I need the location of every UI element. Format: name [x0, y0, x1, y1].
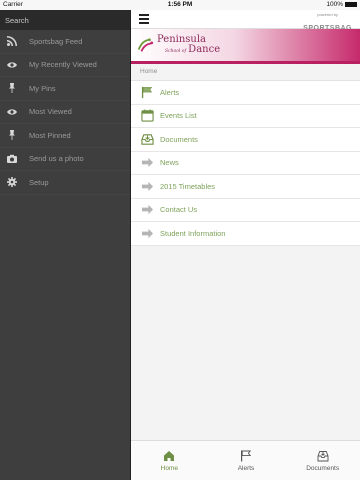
sidebar-item-label: Setup: [29, 177, 49, 187]
sidebar-item-label: Most Viewed: [29, 107, 72, 117]
menu-item-label: Alerts: [160, 87, 180, 97]
menu-item-label: News: [160, 158, 179, 168]
home-icon: [164, 450, 175, 461]
main-menu: Alerts Events List Documents News 2015 T…: [131, 80, 360, 246]
main-panel: powered by SPORTSBAG Peninsula School of…: [130, 10, 360, 480]
sidebar: Search Sportsbag Feed My Recently Viewed…: [0, 10, 130, 480]
menu-toggle-button[interactable]: [139, 14, 149, 24]
sidebar-item-my-pins[interactable]: My Pins: [0, 77, 130, 101]
search-input[interactable]: Search: [0, 10, 130, 30]
clock: 1:56 PM: [167, 1, 193, 8]
club-banner: Peninsula School of Dance: [131, 29, 360, 64]
sidebar-item-send-photo[interactable]: Send us a photo: [0, 148, 130, 171]
menu-item-documents[interactable]: Documents: [131, 128, 360, 152]
battery-icon: [345, 2, 357, 7]
flag-icon: [140, 85, 154, 99]
eye-icon: [6, 106, 18, 118]
camera-icon: [6, 153, 18, 165]
tab-home[interactable]: Home: [131, 441, 208, 480]
sidebar-item-recently-viewed[interactable]: My Recently Viewed: [0, 54, 130, 77]
inbox-icon: [140, 132, 154, 146]
tab-label: Alerts: [237, 464, 255, 472]
sidebar-item-sportsbag-feed[interactable]: Sportsbag Feed: [0, 30, 130, 54]
tab-label: Documents: [306, 464, 340, 472]
eye-icon: [6, 59, 18, 71]
menu-item-label: Events List: [160, 111, 197, 121]
battery-percent: 100%: [326, 1, 343, 8]
sidebar-item-label: Most Pinned: [29, 130, 71, 140]
sidebar-item-label: Send us a photo: [29, 154, 84, 164]
arrow-right-icon: [140, 226, 154, 240]
menu-item-contact-us[interactable]: Contact Us: [131, 199, 360, 222]
sidebar-item-label: Sportsbag Feed: [29, 36, 83, 46]
arrow-right-icon: [140, 179, 154, 193]
inbox-icon: [317, 450, 329, 461]
menu-item-timetables[interactable]: 2015 Timetables: [131, 175, 360, 199]
menu-item-news[interactable]: News: [131, 152, 360, 175]
tab-label: Home: [160, 464, 178, 472]
menu-item-label: Student Information: [160, 228, 226, 238]
bottom-tab-bar: Home Alerts Documents: [131, 440, 360, 480]
sidebar-item-most-viewed[interactable]: Most Viewed: [0, 101, 130, 124]
menu-item-label: 2015 Timetables: [160, 181, 216, 191]
arrow-right-icon: [140, 203, 154, 217]
arrow-right-icon: [140, 156, 154, 170]
powered-by-label: powered by: [317, 12, 338, 17]
status-bar: Carrier 1:56 PM 100%: [0, 0, 360, 10]
top-bar: powered by SPORTSBAG: [131, 10, 360, 32]
sidebar-item-setup[interactable]: Setup: [0, 171, 130, 195]
club-logo: Peninsula School of Dance: [136, 35, 220, 57]
gear-icon: [6, 176, 18, 188]
dancer-icon: [137, 38, 154, 52]
battery-indicator: 100%: [326, 1, 357, 8]
sidebar-item-most-pinned[interactable]: Most Pinned: [0, 124, 130, 148]
menu-item-student-information[interactable]: Student Information: [131, 222, 360, 246]
flag-icon: [241, 450, 252, 461]
menu-item-events-list[interactable]: Events List: [131, 105, 360, 128]
rss-icon: [6, 35, 18, 47]
menu-item-alerts[interactable]: Alerts: [131, 81, 360, 105]
sidebar-item-label: My Pins: [29, 83, 56, 93]
logo-line2: Dance: [188, 44, 221, 55]
menu-item-label: Documents: [160, 134, 198, 144]
sidebar-item-label: My Recently Viewed: [29, 60, 97, 70]
tab-documents[interactable]: Documents: [284, 441, 360, 480]
menu-item-label: Contact Us: [160, 205, 198, 215]
breadcrumb: Home: [140, 68, 158, 75]
pin-icon: [6, 82, 18, 94]
tab-alerts[interactable]: Alerts: [208, 441, 285, 480]
logo-small-text: School of: [165, 49, 187, 54]
calendar-icon: [140, 109, 154, 123]
pin-icon: [6, 129, 18, 141]
